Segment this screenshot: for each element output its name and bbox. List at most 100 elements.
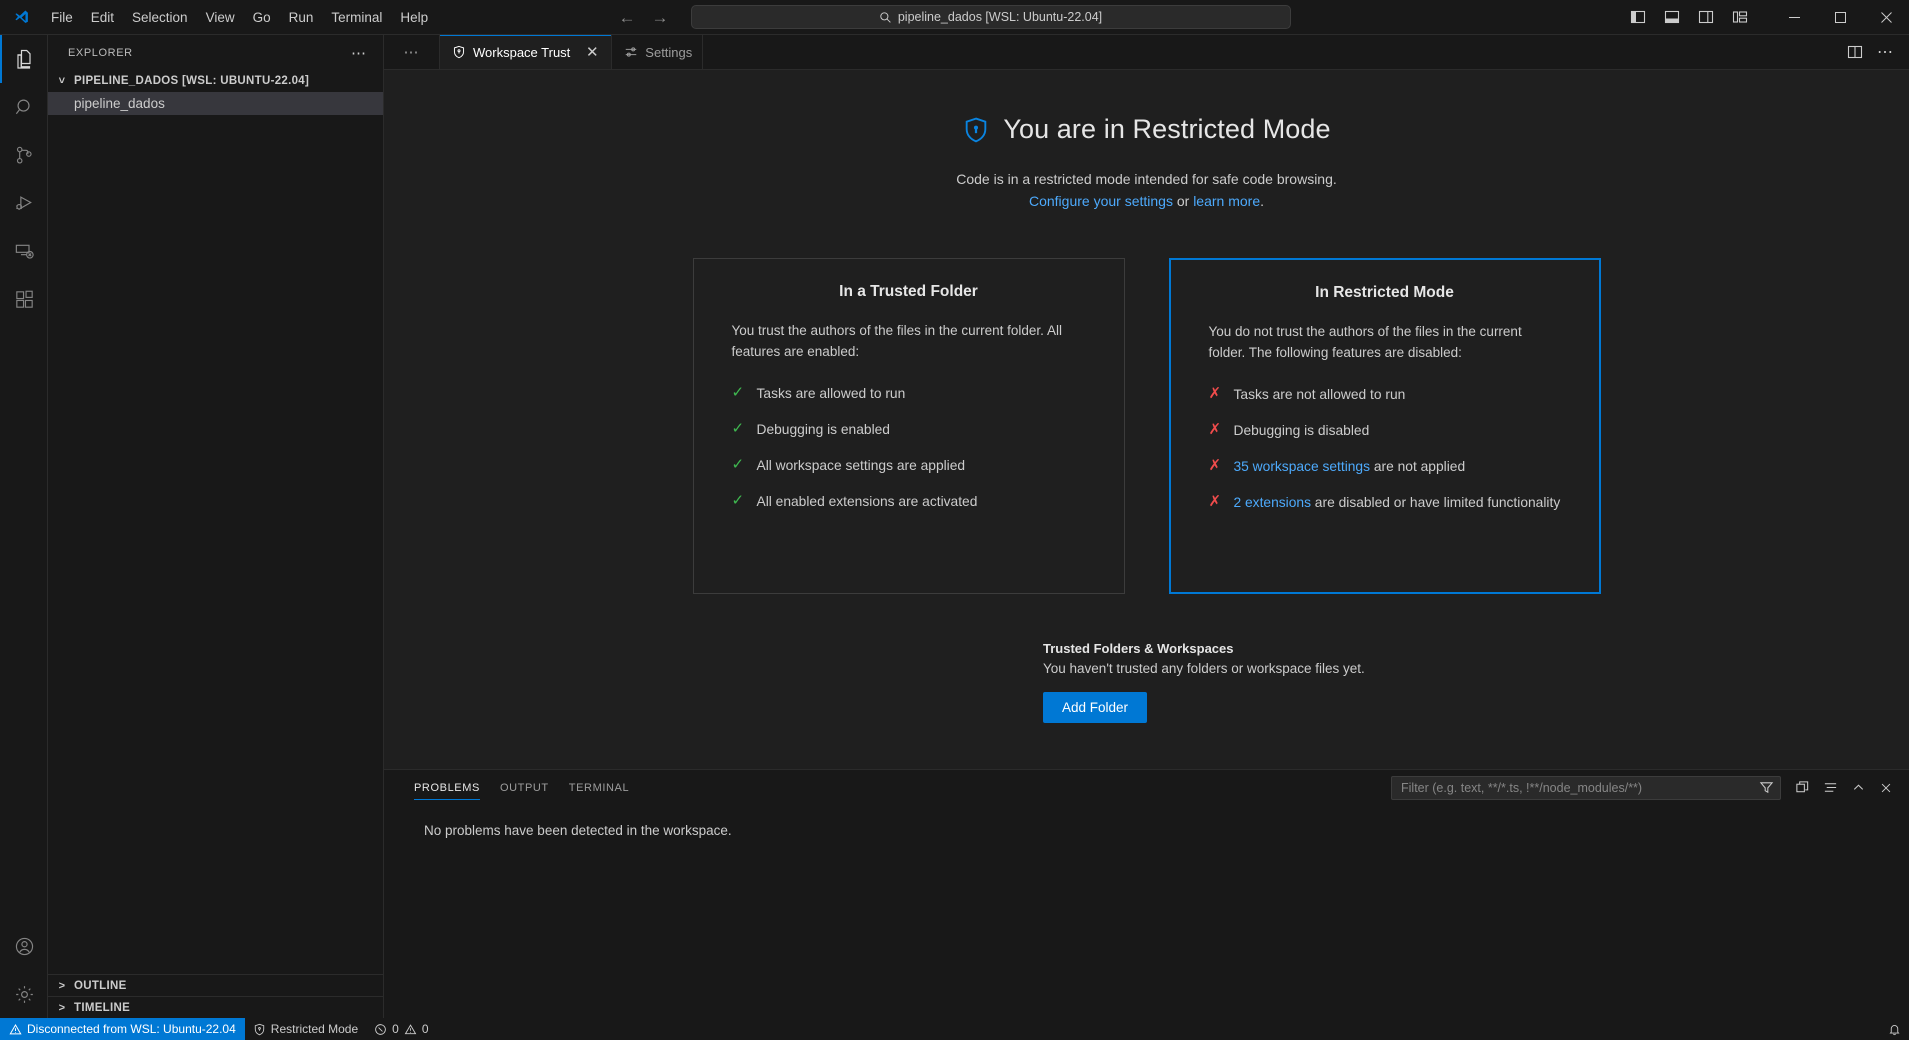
panel-tab-terminal[interactable]: TERMINAL [559, 770, 639, 805]
source-control-icon [13, 144, 36, 167]
trusted-feature-list: ✓ Tasks are allowed to run ✓ Debugging i… [732, 384, 1086, 512]
chevron-right-icon: ˃ [58, 1001, 66, 1014]
panel-header: PROBLEMS OUTPUT TERMINAL [384, 770, 1909, 805]
tab-label: Settings [645, 44, 693, 60]
title-bar-right [1621, 0, 1909, 34]
activity-item-search[interactable] [0, 83, 48, 131]
tab-label: Workspace Trust [473, 44, 571, 60]
warning-icon [9, 1023, 22, 1036]
sidebar-section-outline[interactable]: ˃ OUTLINE [48, 974, 383, 996]
tab-workspace-trust[interactable]: Workspace Trust ✕ [440, 35, 613, 69]
layout-sidebar-right-icon[interactable] [1689, 0, 1723, 35]
window-minimize-button[interactable] [1771, 0, 1817, 35]
search-icon [879, 11, 892, 24]
folder-section-label: PIPELINE_DADOS [WSL: UBUNTU-22.04] [74, 75, 310, 87]
configure-settings-link[interactable]: Configure your settings [1029, 193, 1173, 209]
settings-sliders-icon [624, 45, 638, 59]
status-warning-count: 0 [421, 1022, 429, 1036]
layout-buttons [1621, 0, 1757, 35]
files-icon [12, 47, 36, 71]
menu-edit[interactable]: Edit [82, 0, 123, 34]
filter-input[interactable] [1401, 780, 1759, 795]
menu-help[interactable]: Help [391, 0, 437, 34]
arrow-right-icon[interactable]: → [652, 9, 669, 26]
menu-view[interactable]: View [197, 0, 244, 34]
card-restricted-mode: In Restricted Mode You do not trust the … [1168, 258, 1601, 595]
chevron-down-icon: ˅ [58, 75, 66, 87]
vscode-logo-icon [0, 9, 42, 26]
command-center-text: pipeline_dados [WSL: Ubuntu-22.04] [897, 10, 1103, 24]
card-trusted-folder: In a Trusted Folder You trust the author… [692, 258, 1125, 595]
menu-run[interactable]: Run [280, 0, 323, 34]
funnel-icon[interactable] [1759, 780, 1774, 795]
list-item: ✗ Debugging is disabled [1209, 421, 1561, 441]
tree-item-pipeline-dados[interactable]: pipeline_dados [48, 92, 383, 115]
menu-file[interactable]: File [42, 0, 82, 34]
trusted-folders-section: Trusted Folders & Workspaces You haven't… [384, 641, 1909, 724]
arrow-left-icon[interactable]: ← [619, 9, 636, 26]
check-icon: ✓ [731, 420, 745, 438]
gear-icon [13, 983, 36, 1006]
activity-item-source-control[interactable] [0, 131, 48, 179]
menu-go[interactable]: Go [244, 0, 280, 34]
collapse-all-icon[interactable] [1817, 775, 1843, 801]
ellipsis-icon[interactable]: ⋯ [1871, 35, 1899, 70]
status-remote-indicator[interactable]: Disconnected from WSL: Ubuntu-22.04 [0, 1018, 245, 1040]
list-item-text: Tasks are not allowed to run [1233, 387, 1406, 403]
command-center[interactable]: pipeline_dados [WSL: Ubuntu-22.04] [690, 5, 1291, 29]
period-text: . [1260, 192, 1264, 209]
shield-icon [452, 45, 466, 59]
status-restricted-mode[interactable]: Restricted Mode [245, 1018, 366, 1040]
x-icon: ✗ [1208, 493, 1222, 511]
close-panel-icon[interactable] [1873, 775, 1899, 801]
layout-sidebar-left-icon[interactable] [1621, 0, 1655, 35]
subtitle-line-2: Configure your settings or learn more. [384, 191, 1909, 213]
activity-item-explorer[interactable] [0, 35, 48, 83]
activity-bar-spacer [0, 323, 47, 922]
activity-item-extensions[interactable] [0, 275, 48, 323]
extensions-link[interactable]: 2 extensions [1234, 495, 1311, 510]
menu-selection[interactable]: Selection [123, 0, 197, 34]
chevron-up-icon[interactable] [1845, 775, 1871, 801]
panel-actions [1391, 775, 1909, 801]
search-icon [13, 96, 36, 119]
menu-terminal[interactable]: Terminal [322, 0, 391, 34]
learn-more-link[interactable]: learn more [1193, 193, 1260, 209]
activity-item-run-and-debug[interactable] [0, 179, 48, 227]
window-maximize-button[interactable] [1817, 0, 1863, 35]
list-item-text: Debugging is disabled [1233, 423, 1370, 439]
status-notifications[interactable] [1880, 1018, 1909, 1040]
list-item-text: All enabled extensions are activated [756, 494, 978, 510]
tab-overflow-ellipsis-icon[interactable]: ⋯ [384, 35, 440, 69]
list-item: ✗ 35 workspace settings are not applied [1209, 457, 1561, 477]
list-item-text: Debugging is enabled [756, 422, 890, 438]
activity-item-manage[interactable] [0, 970, 48, 1018]
problems-filter-box[interactable] [1391, 775, 1781, 800]
panel-tab-problems[interactable]: PROBLEMS [404, 770, 490, 805]
close-icon[interactable]: ✕ [583, 43, 601, 61]
editor-actions: ⋯ [1841, 35, 1909, 69]
layout-panel-icon[interactable] [1655, 0, 1689, 35]
status-problems[interactable]: 0 0 [366, 1018, 436, 1040]
activity-item-remote-explorer[interactable] [0, 227, 48, 275]
view-as-table-icon[interactable] [1789, 775, 1815, 801]
workspace-settings-link[interactable]: 35 workspace settings [1234, 459, 1371, 474]
or-text: or [1172, 192, 1194, 209]
status-bar: Disconnected from WSL: Ubuntu-22.04 Rest… [0, 1018, 1909, 1040]
sidebar-section-timeline[interactable]: ˃ TIMELINE [48, 996, 383, 1018]
status-restricted-label: Restricted Mode [270, 1022, 359, 1036]
add-folder-button[interactable]: Add Folder [1043, 692, 1148, 724]
ellipsis-icon[interactable]: ⋯ [343, 44, 375, 62]
sidebar-title-bar: EXPLORER ⋯ [48, 35, 383, 70]
panel-tab-output[interactable]: OUTPUT [490, 770, 559, 805]
tab-settings[interactable]: Settings [612, 35, 704, 69]
card-description: You do not trust the authors of the file… [1208, 324, 1522, 360]
layout-customize-icon[interactable] [1723, 0, 1757, 35]
split-editor-icon[interactable] [1841, 35, 1869, 70]
activity-item-accounts[interactable] [0, 922, 48, 970]
window-close-button[interactable] [1863, 0, 1909, 35]
page-title: You are in Restricted Mode [1003, 114, 1331, 144]
folder-section-header[interactable]: ˅ PIPELINE_DADOS [WSL: UBUNTU-22.04] [48, 70, 383, 92]
restricted-feature-list: ✗ Tasks are not allowed to run ✗ Debuggi… [1209, 385, 1561, 513]
outline-label: OUTLINE [74, 979, 127, 992]
